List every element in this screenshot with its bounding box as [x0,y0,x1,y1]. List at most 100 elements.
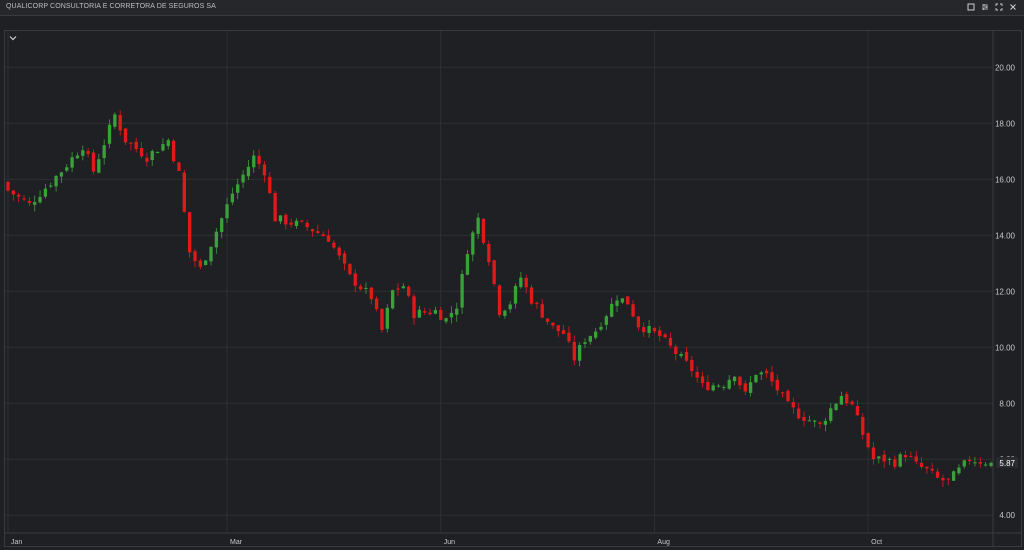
candle-body[interactable] [326,235,331,242]
candle-body[interactable] [887,458,892,460]
candle-body[interactable] [642,327,646,333]
candle-body[interactable] [209,246,213,262]
candle-body[interactable] [594,331,598,338]
candle-body[interactable] [962,460,966,467]
candle-body[interactable] [182,172,186,212]
candle-body[interactable] [460,273,464,308]
candle-body[interactable] [882,454,886,462]
candle-body[interactable] [519,277,523,288]
candle-body[interactable] [535,302,539,304]
candle-body[interactable] [957,467,961,474]
candle-body[interactable] [545,318,550,322]
candle-body[interactable] [487,243,491,263]
candle-body[interactable] [839,395,844,405]
candle-body[interactable] [139,147,144,157]
candle-body[interactable] [455,308,459,315]
candle-body[interactable] [748,382,753,393]
candle-body[interactable] [374,298,379,310]
candle-body[interactable] [27,200,32,203]
candle-body[interactable] [914,456,918,462]
candle-body[interactable] [930,468,934,471]
candle-body[interactable] [177,162,181,171]
candle-body[interactable] [417,309,422,318]
candle-body[interactable] [861,416,865,435]
chevron-down-icon[interactable] [7,33,19,43]
candle-body[interactable] [75,155,80,159]
candle-body[interactable] [91,152,96,172]
candle-body[interactable] [273,193,277,222]
candle-body[interactable] [294,220,299,227]
candle-body[interactable] [967,459,972,462]
candle-body[interactable] [161,144,165,151]
candle-body[interactable] [193,251,197,262]
candle-body[interactable] [786,390,790,402]
candle-body[interactable] [711,385,715,391]
candle-body[interactable] [925,466,929,469]
candle-body[interactable] [476,217,480,234]
candle-body[interactable] [390,290,395,309]
candle-body[interactable] [732,376,737,382]
candle-body[interactable] [529,287,534,304]
candle-body[interactable] [877,456,881,459]
candle-body[interactable] [866,433,870,448]
candle-body[interactable] [401,286,405,289]
candle-body[interactable] [145,157,149,162]
candle-body[interactable] [364,287,368,289]
candle-body[interactable] [845,394,849,404]
candle-body[interactable] [797,408,801,419]
candle-body[interactable] [973,462,977,464]
candle-body[interactable] [893,459,897,467]
candle-body[interactable] [631,304,635,317]
candle-body[interactable] [935,471,940,478]
candle-body[interactable] [54,175,58,187]
candle-body[interactable] [871,447,876,460]
candle-body[interactable] [396,288,400,290]
candle-body[interactable] [118,114,122,131]
candle-body[interactable] [59,172,64,177]
candle-body[interactable] [49,185,53,187]
candle-body[interactable] [321,234,325,237]
candle-body[interactable] [123,128,128,143]
candle-body[interactable] [540,304,544,318]
candle-body[interactable] [722,387,726,389]
candle-body[interactable] [919,462,924,468]
candle-body[interactable] [471,232,475,255]
candle-body[interactable] [241,174,245,183]
candle-body[interactable] [353,273,357,286]
candle-body[interactable] [412,296,416,319]
candle-body[interactable] [946,478,950,480]
candle-body[interactable] [716,385,721,387]
candle-body[interactable] [577,345,582,361]
candle-body[interactable] [358,286,363,290]
candle-body[interactable] [626,296,630,305]
candle-body[interactable] [257,155,261,164]
candle-body[interactable] [989,462,993,466]
candle-body[interactable] [380,308,384,330]
candle-body[interactable] [214,231,219,248]
candle-body[interactable] [97,159,101,173]
candle-body[interactable] [829,408,833,421]
candle-body[interactable] [524,277,528,288]
candle-body[interactable] [337,247,341,256]
candle-body[interactable] [561,330,566,334]
candle-body[interactable] [65,167,69,171]
candle-body[interactable] [791,402,795,408]
candle-body[interactable] [385,307,389,329]
candle-body[interactable] [738,376,742,386]
candle-body[interactable] [81,150,85,156]
candle-body[interactable] [492,260,496,285]
candle-body[interactable] [300,220,304,222]
candle-body[interactable] [310,229,315,232]
candle-body[interactable] [198,260,202,267]
candle-body[interactable] [22,198,26,200]
candle-body[interactable] [433,310,438,314]
candle-body[interactable] [813,420,817,422]
candle-body[interactable] [252,155,256,168]
candle-body[interactable] [706,381,710,391]
candle-body[interactable] [166,140,170,147]
candle-body[interactable] [802,416,806,421]
candle-body[interactable] [684,352,689,361]
candle-body[interactable] [599,326,603,330]
candle-body[interactable] [898,454,902,467]
candle-body[interactable] [134,141,138,150]
